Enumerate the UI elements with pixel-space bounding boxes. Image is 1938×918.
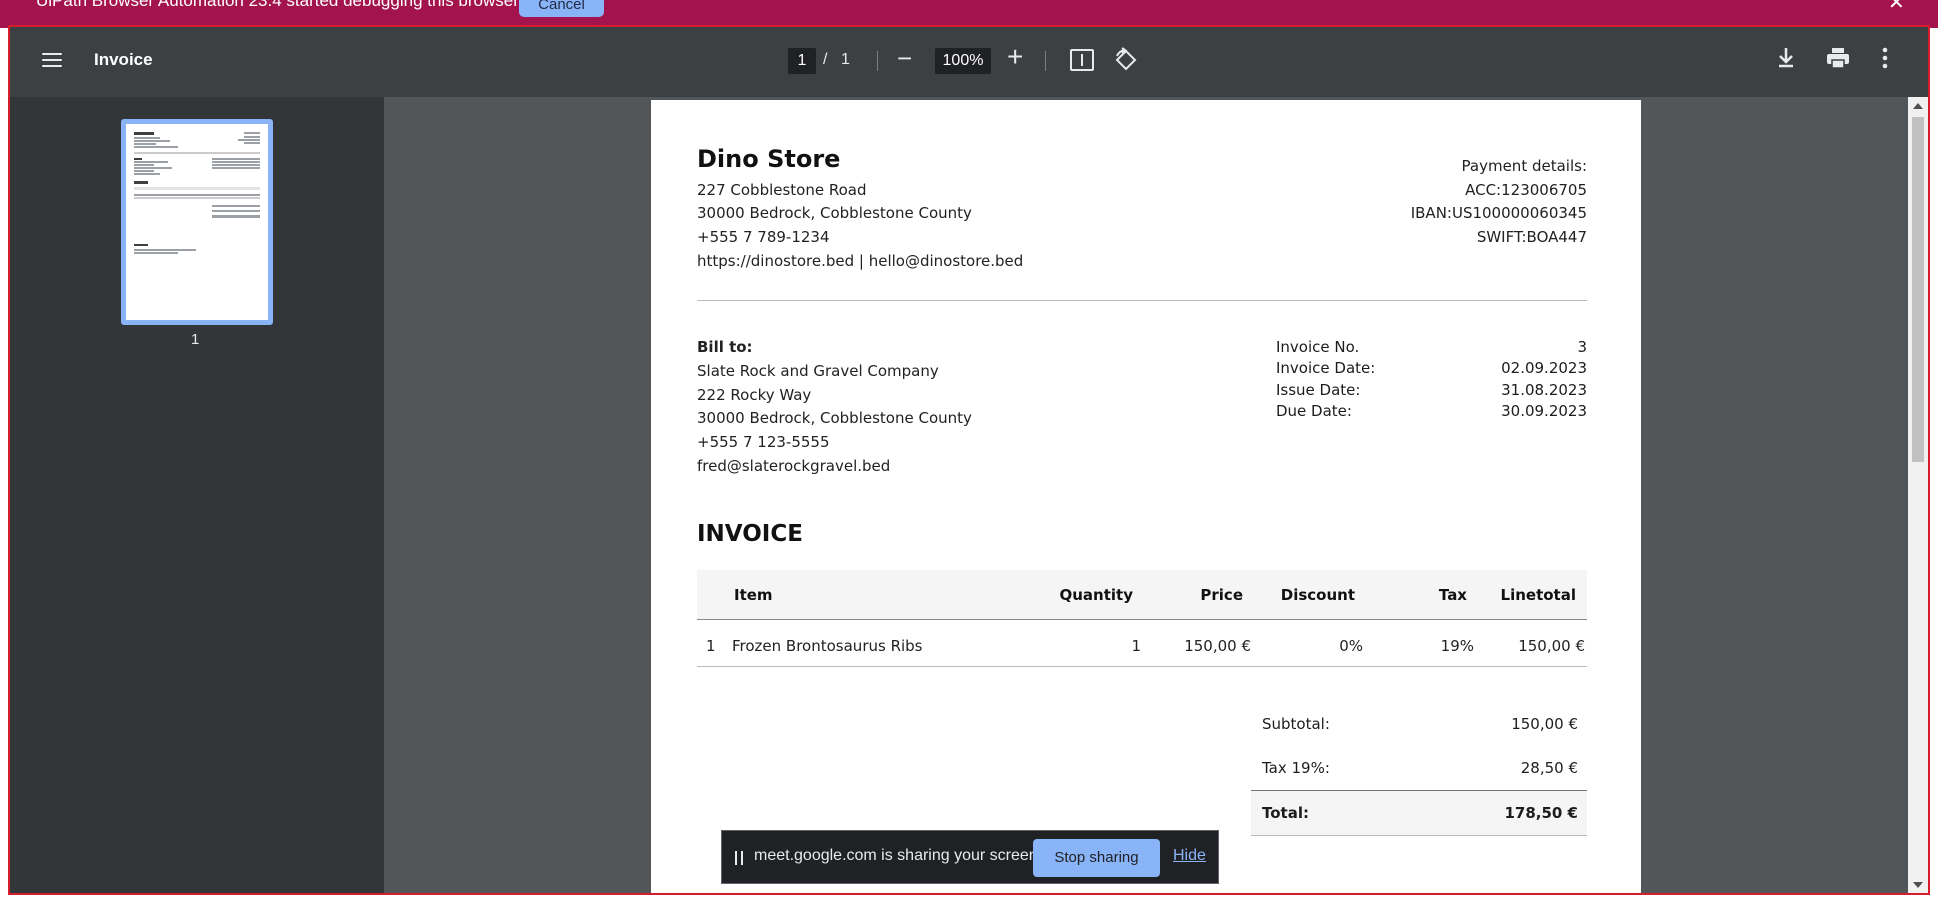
header-divider [697, 300, 1587, 301]
scroll-up-arrow-icon[interactable] [1913, 103, 1923, 109]
column-header-tax: Tax [1438, 586, 1467, 604]
subtotal-label: Subtotal: [1262, 715, 1330, 733]
download-icon[interactable] [1775, 45, 1797, 71]
pause-icon[interactable] [735, 851, 743, 865]
subtotal-value: 150,00 € [1511, 715, 1578, 733]
invoice-heading: INVOICE [697, 521, 803, 547]
bill-to-company: Slate Rock and Gravel Company [697, 362, 939, 380]
tax-label: Tax 19%: [1262, 759, 1330, 777]
bill-to-email: fred@slaterockgravel.bed [697, 457, 891, 475]
store-phone: +555 7 789-1234 [697, 228, 830, 246]
close-icon[interactable]: ✕ [1888, 0, 1905, 15]
infobar-message: UiPath Browser Automation 23.4 started d… [36, 0, 519, 10]
scroll-down-arrow-icon[interactable] [1913, 882, 1923, 888]
payment-details-heading: Payment details: [1461, 157, 1587, 175]
column-header-item: Item [734, 586, 773, 604]
total-value: 178,50 € [1504, 804, 1578, 822]
page-thumbnail[interactable] [121, 119, 273, 325]
stop-sharing-button[interactable]: Stop sharing [1033, 839, 1160, 877]
zoom-out-icon[interactable]: − [897, 43, 912, 74]
more-options-icon[interactable] [1880, 45, 1890, 71]
toolbar-divider [877, 51, 878, 71]
current-page-input[interactable]: 1 [788, 48, 816, 74]
invoice-no-label: Invoice No. [1276, 338, 1360, 356]
column-header-price: Price [1200, 586, 1243, 604]
row-tax: 19% [1440, 637, 1474, 655]
due-date-label: Due Date: [1276, 402, 1352, 420]
row-price: 150,00 € [1184, 637, 1251, 655]
due-date-value: 30.09.2023 [1501, 402, 1587, 420]
row-item: Frozen Brontosaurus Ribs [732, 637, 923, 655]
bill-to-label: Bill to: [697, 338, 753, 356]
store-address-line1: 227 Cobblestone Road [697, 181, 867, 199]
bill-to-phone: +555 7 123-5555 [697, 433, 830, 451]
invoice-date-label: Invoice Date: [1276, 359, 1376, 377]
row-quantity: 1 [1131, 637, 1141, 655]
total-label: Total: [1262, 804, 1309, 822]
menu-icon[interactable] [40, 49, 64, 73]
row-linetotal: 150,00 € [1518, 637, 1585, 655]
issue-date-label: Issue Date: [1276, 381, 1361, 399]
page-separator: / [823, 51, 828, 68]
rotate-icon[interactable] [1113, 47, 1139, 73]
document-title: Invoice [94, 50, 153, 69]
bottom-strip [0, 895, 1938, 918]
column-header-quantity: Quantity [1059, 586, 1134, 604]
scrollbar-thumb[interactable] [1912, 117, 1924, 462]
zoom-in-icon[interactable]: + [1007, 41, 1023, 73]
vertical-scrollbar[interactable] [1908, 97, 1928, 895]
fit-page-icon[interactable] [1070, 49, 1094, 71]
column-header-linetotal: Linetotal [1500, 586, 1576, 604]
invoice-page: Dino Store 227 Cobblestone Road 30000 Be… [651, 100, 1641, 900]
bill-to-address-line1: 222 Rocky Way [697, 386, 812, 404]
cancel-debugging-button[interactable]: Cancel [519, 0, 604, 17]
store-name: Dino Store [697, 145, 841, 173]
items-table-header: Item Quantity Price Discount Tax Linetot… [697, 570, 1587, 620]
thumbnail-page-number: 1 [191, 331, 200, 348]
invoice-date-value: 02.09.2023 [1501, 359, 1587, 377]
row-discount: 0% [1339, 637, 1363, 655]
table-bottom-divider [697, 666, 1587, 667]
sharing-message: meet.google.com is sharing your screen. [754, 847, 1043, 864]
column-header-discount: Discount [1280, 586, 1355, 604]
screen-sharing-bar: meet.google.com is sharing your screen. … [721, 830, 1219, 884]
payment-iban: IBAN:US100000060345 [1410, 204, 1587, 222]
toolbar-divider [1045, 51, 1046, 71]
store-address-line2: 30000 Bedrock, Cobblestone County [697, 204, 972, 222]
debugging-infobar: UiPath Browser Automation 23.4 started d… [0, 0, 1938, 28]
bill-to-address-line2: 30000 Bedrock, Cobblestone County [697, 409, 972, 427]
payment-swift: SWIFT:BOA447 [1476, 228, 1587, 246]
zoom-level-input[interactable]: 100% [935, 48, 991, 74]
total-pages: 1 [841, 51, 850, 68]
pdf-toolbar: Invoice 1 / 1 − 100% + [10, 27, 1928, 97]
payment-acc: ACC:123006705 [1465, 181, 1587, 199]
invoice-no-value: 3 [1577, 338, 1587, 356]
issue-date-value: 31.08.2023 [1501, 381, 1587, 399]
tax-value: 28,50 € [1520, 759, 1578, 777]
row-number: 1 [706, 637, 716, 655]
hide-link[interactable]: Hide [1173, 847, 1206, 865]
print-icon[interactable] [1825, 45, 1851, 71]
store-web-email: https://dinostore.bed | hello@dinostore.… [697, 252, 1024, 270]
thumbnail-sidebar: 1 [10, 97, 384, 895]
pdf-viewer-window: UiPath Browser Automation 23.4 started d… [0, 0, 1938, 918]
